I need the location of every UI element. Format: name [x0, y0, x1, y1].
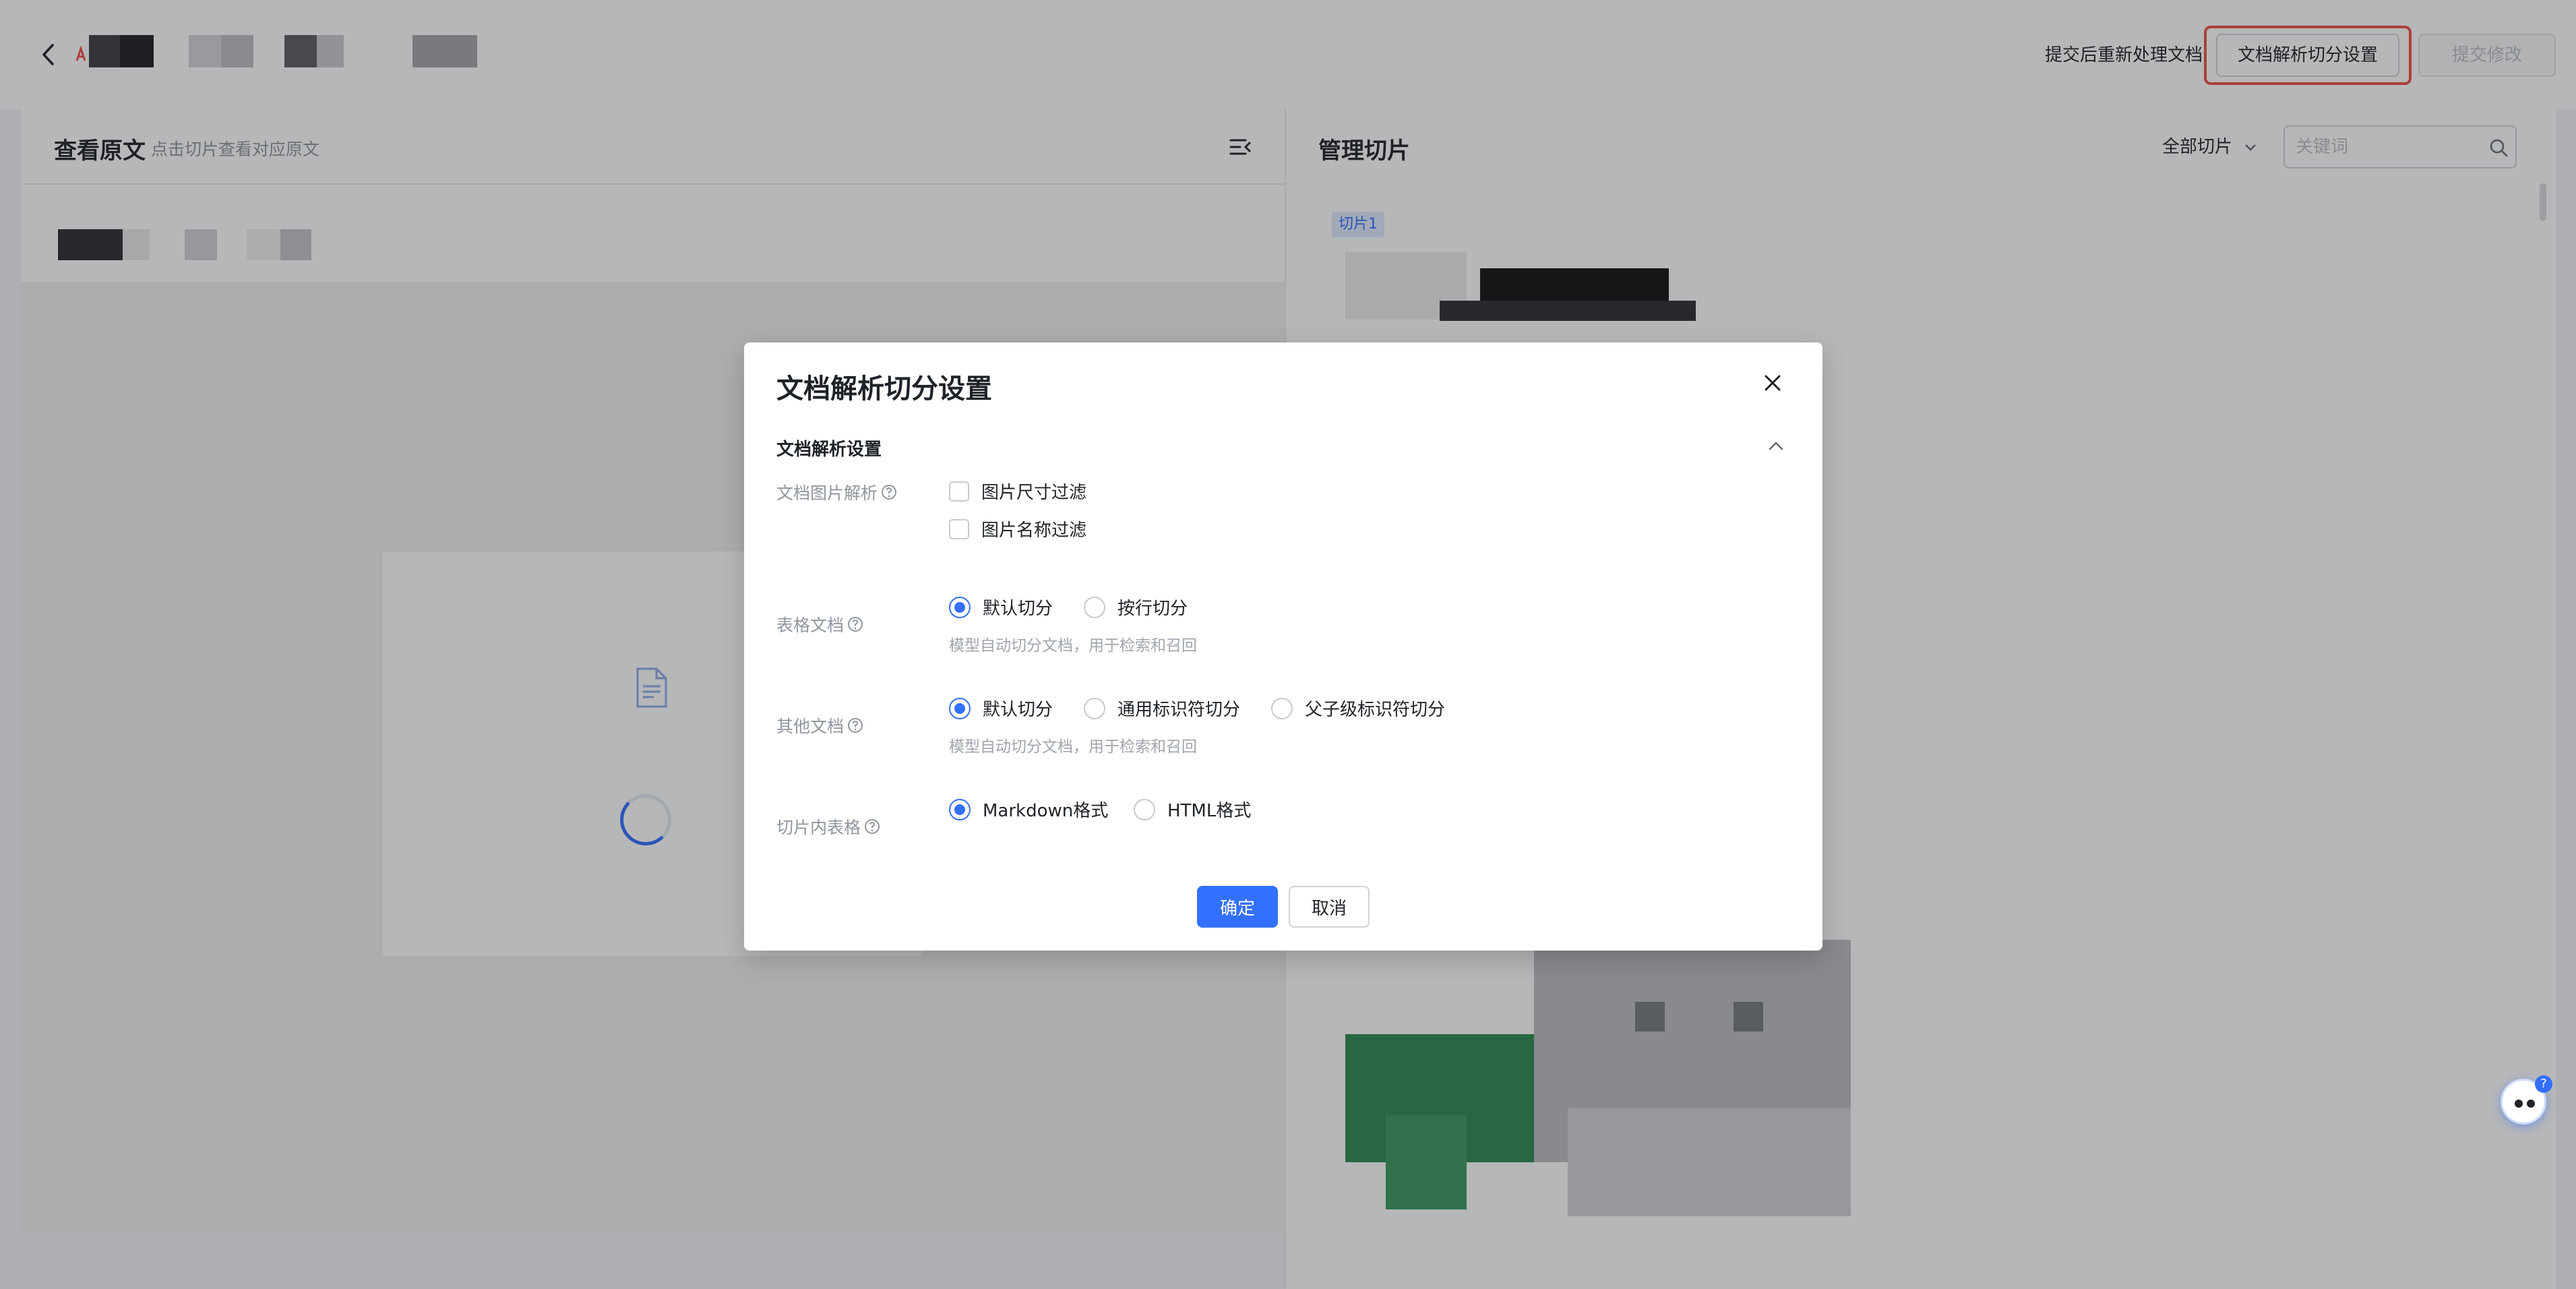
checkbox[interactable]	[949, 481, 969, 502]
other-doc-label: 其他文档	[776, 713, 864, 738]
option-label: HTML格式	[1167, 801, 1252, 821]
option-label: 图片名称过滤	[981, 520, 1087, 541]
option-label: 默认切分	[983, 599, 1053, 619]
dialog-title: 文档解析切分设置	[776, 373, 992, 404]
radio-selected[interactable]	[949, 596, 971, 618]
parent-child-delimiter-split-radio[interactable]: 父子级标识符切分	[1271, 696, 1445, 721]
option-label: 按行切分	[1117, 599, 1188, 619]
other-doc-hint: 模型自动切分文档，用于检索和召回	[949, 738, 1197, 756]
close-icon[interactable]	[1758, 368, 1787, 398]
radio-selected[interactable]	[949, 697, 971, 719]
radio[interactable]	[1084, 697, 1105, 719]
markdown-format-radio[interactable]: Markdown格式	[949, 797, 1108, 822]
html-format-radio[interactable]: HTML格式	[1134, 797, 1251, 822]
help-icon[interactable]	[847, 717, 864, 734]
help-icon[interactable]	[847, 616, 864, 633]
image-parsing-label: 文档图片解析	[776, 480, 898, 504]
option-label: 父子级标识符切分	[1305, 700, 1446, 720]
section-title: 文档解析设置	[776, 440, 882, 460]
ai-assistant-button[interactable]: ?	[2501, 1075, 2552, 1125]
image-size-filter-checkbox[interactable]: 图片尺寸过滤	[949, 479, 1086, 504]
assistant-eye-icon	[2515, 1100, 2523, 1108]
help-icon[interactable]	[863, 818, 881, 835]
parse-settings-dialog: 文档解析切分设置 文档解析设置 文档图片解析 图片尺寸过滤 图片名称过滤 表格文…	[744, 342, 1822, 951]
chunk-table-label: 切片内表格	[776, 814, 881, 839]
option-label: 默认切分	[983, 700, 1053, 720]
table-doc-label: 表格文档	[776, 612, 864, 636]
radio[interactable]	[1271, 697, 1293, 719]
option-label: 通用标识符切分	[1117, 700, 1241, 720]
confirm-button[interactable]: 确定	[1197, 886, 1278, 928]
option-label: 图片尺寸过滤	[981, 483, 1087, 503]
help-icon[interactable]	[880, 483, 898, 501]
field-label-text: 文档图片解析	[776, 483, 878, 503]
field-label-text: 表格文档	[776, 616, 845, 635]
other-default-split-radio[interactable]: 默认切分	[949, 696, 1053, 721]
table-default-split-radio[interactable]: 默认切分	[949, 595, 1053, 620]
radio-selected[interactable]	[949, 798, 971, 820]
table-doc-hint: 模型自动切分文档，用于检索和召回	[949, 637, 1197, 655]
generic-delimiter-split-radio[interactable]: 通用标识符切分	[1084, 696, 1240, 721]
table-row-split-radio[interactable]: 按行切分	[1084, 595, 1188, 620]
checkbox[interactable]	[949, 518, 969, 539]
field-label-text: 切片内表格	[776, 818, 861, 837]
cancel-button[interactable]: 取消	[1289, 886, 1370, 928]
chevron-up-icon[interactable]	[1765, 434, 1787, 457]
radio[interactable]	[1084, 596, 1105, 618]
option-label: Markdown格式	[983, 801, 1109, 821]
field-label-text: 其他文档	[776, 717, 845, 736]
radio[interactable]	[1134, 798, 1155, 820]
assistant-eye-icon	[2527, 1100, 2535, 1108]
help-badge: ?	[2535, 1075, 2552, 1093]
image-name-filter-checkbox[interactable]: 图片名称过滤	[949, 516, 1086, 541]
